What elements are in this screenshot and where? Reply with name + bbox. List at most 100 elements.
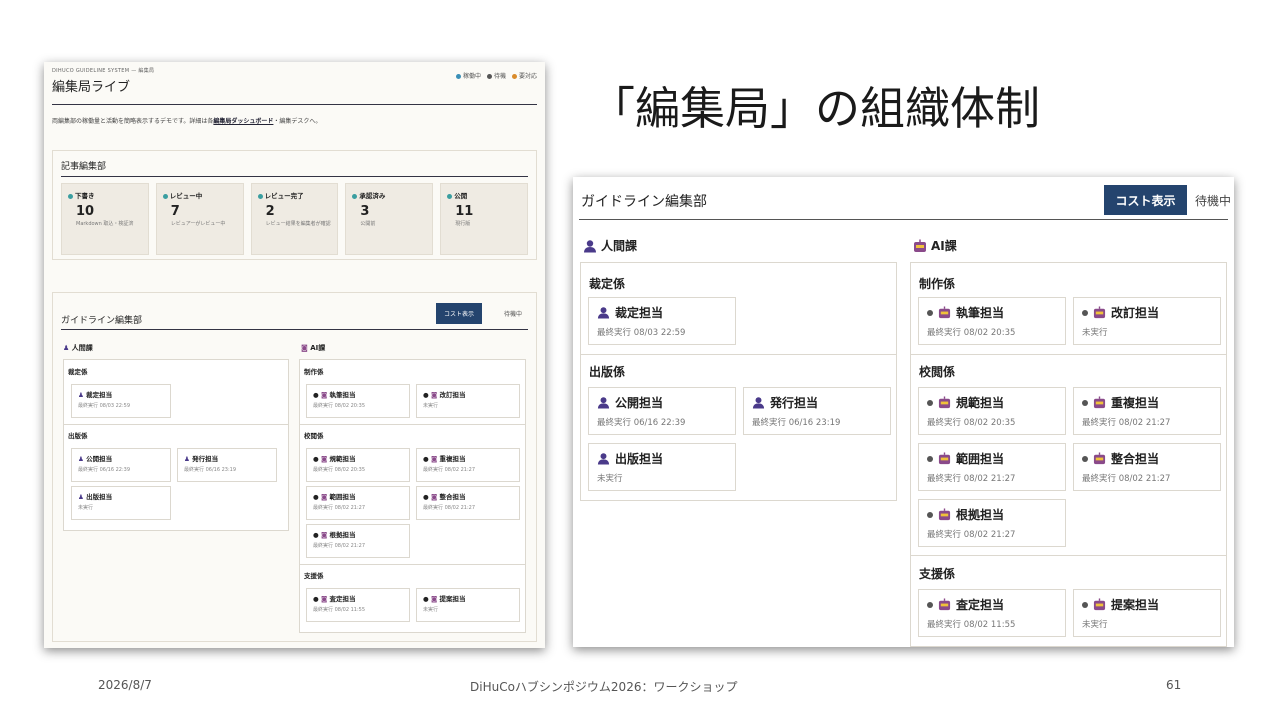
staff-card[interactable]: ♟ 裁定担当 最終実行 08/03 22:59 xyxy=(71,384,171,418)
section-title: 記事編集部 xyxy=(61,162,107,172)
robot-icon: ◙ xyxy=(430,595,438,603)
staff-card[interactable]: ♟ 発行担当 最終実行 06/16 23:19 xyxy=(177,448,277,482)
status-dot-icon xyxy=(1082,455,1088,462)
cost-button[interactable]: コスト表示 xyxy=(436,303,483,324)
stat-label: レビュー完了 xyxy=(264,192,304,200)
group-title: 制作係 xyxy=(304,368,324,376)
person-icon: ♟ xyxy=(78,493,84,501)
last-run: 未実行 xyxy=(423,607,439,613)
last-run: 最終実行 08/02 21:27 xyxy=(1082,474,1171,484)
staff-card[interactable]: 整合担当最終実行 08/02 21:27 xyxy=(1073,443,1221,491)
dept-title: ガイドライン編集部 xyxy=(581,194,707,210)
robot-icon xyxy=(1093,396,1106,409)
status-dot-icon xyxy=(927,511,933,518)
staff-card[interactable]: ● ◙ 整合担当 最終実行 08/02 21:27 xyxy=(416,486,520,520)
article-section: 記事編集部 下書き 10 Markdown 取込・検証済 レビュー中 7 レビュアーがレ… xyxy=(52,150,537,260)
staff-name: 整合担当 xyxy=(439,493,466,501)
status-dot-icon xyxy=(455,74,461,79)
slide-title: 「編集局」の組織体制 xyxy=(590,82,1041,135)
staff-name: 発行担当 xyxy=(192,455,219,463)
last-run: 最終実行 08/03 22:59 xyxy=(597,328,686,338)
staff-name: 執筆担当 xyxy=(329,391,356,399)
human-label: 人間課 xyxy=(601,239,638,253)
stat-label: レビュー中 xyxy=(169,192,203,200)
staff-card[interactable]: 提案担当 未実行 xyxy=(1073,589,1221,637)
slide-number: 61 xyxy=(1166,678,1182,692)
slide: DIHUCO GUIDELINE SYSTEM — 編集局 編集局ライブ 稼働中… xyxy=(0,0,1280,720)
status-dot-icon xyxy=(1082,309,1088,316)
legend-label: 待機 xyxy=(493,73,506,80)
robot-icon xyxy=(1093,452,1106,465)
status-dot-icon xyxy=(1082,399,1088,406)
stat-card[interactable]: レビュー完了 2 レビュー結果を編集者が確認 xyxy=(250,183,339,255)
status-dot-icon xyxy=(162,193,168,199)
stat-card[interactable]: レビュー中 7 レビュアーがレビュー中 xyxy=(155,183,244,255)
left-screenshot: DIHUCO GUIDELINE SYSTEM — 編集局 編集局ライブ 稼働中… xyxy=(44,62,545,648)
staff-name: 整合担当 xyxy=(1111,452,1160,466)
robot-icon: ◙ xyxy=(430,455,438,463)
dashboard-link[interactable]: 編集局ダッシュボード xyxy=(213,118,273,125)
staff-name: 根拠担当 xyxy=(329,531,356,539)
staff-card[interactable]: ♟ 出版担当 未実行 xyxy=(71,486,171,520)
divider xyxy=(300,424,525,425)
stat-card[interactable]: 公開 11 現行版 xyxy=(440,183,528,255)
person-icon xyxy=(584,239,596,252)
cost-button[interactable]: コスト表示 xyxy=(1104,185,1187,215)
staff-card[interactable]: 改訂担当 未実行 xyxy=(1073,297,1221,345)
staff-name: 規範担当 xyxy=(329,455,356,463)
last-run: 未実行 xyxy=(1082,328,1108,338)
status-dot-icon xyxy=(927,601,933,608)
robot-icon: ◙ xyxy=(320,455,328,463)
status-dot-icon xyxy=(927,399,933,406)
staff-card[interactable]: ♟ 公開担当 最終実行 06/16 22:39 xyxy=(71,448,171,482)
staff-card[interactable]: 根拠担当 最終実行 08/02 21:27 xyxy=(918,499,1066,547)
stat-card[interactable]: 承認済み 3 公開前 xyxy=(345,183,434,255)
description-text: ・編集デスクへ。 xyxy=(273,118,322,125)
human-header: ♟ 人間課 xyxy=(63,343,93,353)
staff-name: 裁定担当 xyxy=(86,391,113,399)
staff-card[interactable]: 査定担当 最終実行 08/02 11:55 xyxy=(918,589,1066,637)
staff-name: 重複担当 xyxy=(439,455,466,463)
staff-card[interactable]: 規範担当 最終実行 08/02 20:35 xyxy=(918,387,1066,435)
staff-card[interactable]: ● ◙ 提案担当 未実行 xyxy=(416,588,520,622)
divider xyxy=(64,424,288,425)
stat-card[interactable]: 下書き 10 Markdown 取込・検証済 xyxy=(61,183,149,255)
ai-header: ◙ AI課 xyxy=(301,343,325,353)
group-title: 出版係 xyxy=(589,365,626,379)
ai-label: AI課 xyxy=(310,344,326,352)
robot-icon: ◙ xyxy=(320,595,328,603)
ai-panel: 制作係 執筆担当 最終実行 08/02 20:35 改訂担当 未実行 校閲係 規範担… xyxy=(910,262,1227,647)
staff-card[interactable]: 発行担当 最終実行 06/16 23:19 xyxy=(743,387,891,435)
last-run: 最終実行 08/02 20:35 xyxy=(927,328,1016,338)
staff-card[interactable]: 範囲担当 最終実行 08/02 21:27 xyxy=(918,443,1066,491)
last-run: 最終実行 08/02 21:27 xyxy=(423,505,475,511)
staff-card[interactable]: ● ◙ 査定担当 最終実行 08/02 11:55 xyxy=(306,588,410,622)
robot-icon xyxy=(938,306,951,319)
group-title: 校閲係 xyxy=(304,432,324,440)
status-dot-icon xyxy=(447,193,453,199)
staff-card[interactable]: ● ◙ 重複担当 最終実行 08/02 21:27 xyxy=(416,448,520,482)
staff-card[interactable]: 執筆担当 最終実行 08/02 20:35 xyxy=(918,297,1066,345)
staff-card[interactable]: 公開担当 最終実行 06/16 22:39 xyxy=(588,387,736,435)
staff-card[interactable]: 重複担当 最終実行 08/02 21:27 xyxy=(1073,387,1221,435)
staff-name: 公開担当 xyxy=(86,455,113,463)
stat-note: Markdown 取込・検証済 xyxy=(76,221,134,227)
staff-card[interactable]: 出版担当 未実行 xyxy=(588,443,736,491)
person-icon xyxy=(597,307,610,319)
last-run: 最終実行 08/02 21:27 xyxy=(423,467,475,473)
staff-card[interactable]: ● ◙ 範囲担当 最終実行 08/02 21:27 xyxy=(306,486,410,520)
staff-card[interactable]: ● ◙ 根拠担当 最終実行 08/02 21:27 xyxy=(306,524,410,558)
staff-card[interactable]: ● ◙ 規範担当 最終実行 08/02 20:35 xyxy=(306,448,410,482)
status-dot-icon xyxy=(68,193,73,199)
last-run: 最終実行 08/02 20:35 xyxy=(313,467,365,473)
staff-card[interactable]: 裁定担当 最終実行 08/03 22:59 xyxy=(588,297,736,345)
robot-icon: ◙ xyxy=(430,391,438,399)
staff-card[interactable]: ● ◙ 改訂担当 未実行 xyxy=(416,384,520,418)
staff-name: 重複担当 xyxy=(1111,396,1160,410)
staff-name: 範囲担当 xyxy=(956,452,1005,466)
last-run: 最終実行 08/02 20:35 xyxy=(927,418,1016,428)
ai-label: AI課 xyxy=(931,239,957,253)
human-section-header: 人間課 xyxy=(583,237,637,254)
group-title: 制作係 xyxy=(919,277,956,291)
staff-card[interactable]: ● ◙ 執筆担当 最終実行 08/02 20:35 xyxy=(306,384,410,418)
